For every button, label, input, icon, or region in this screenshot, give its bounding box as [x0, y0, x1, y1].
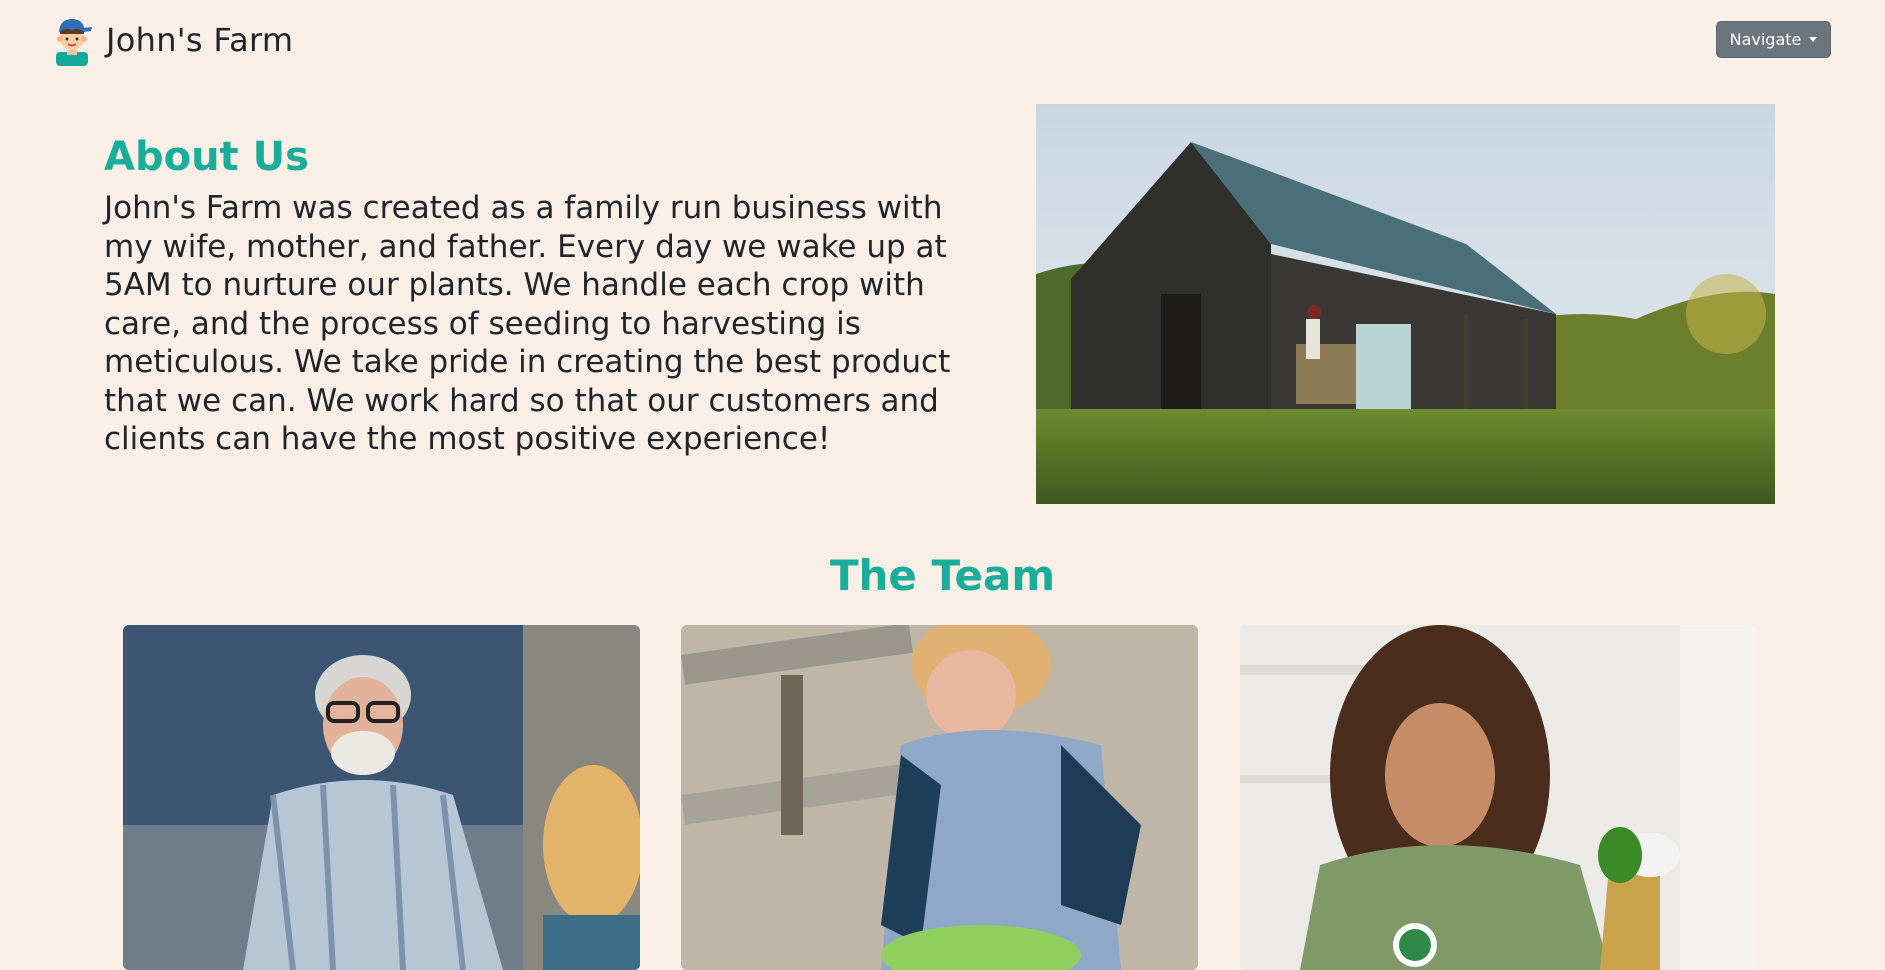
- woman-gardening-photo: [681, 625, 1198, 970]
- barn-photo: [1036, 104, 1775, 504]
- navigate-button-label: Navigate: [1729, 30, 1802, 49]
- team-member-card: [681, 625, 1198, 970]
- young-woman-watering-plant-photo: [1240, 625, 1757, 970]
- brand-name: John's Farm: [106, 21, 294, 59]
- about-us-paragraph: John's Farm was created as a family run …: [104, 190, 951, 457]
- older-man-with-child-photo: [123, 625, 640, 970]
- team-member-card: [123, 625, 640, 970]
- the-team-heading: The Team: [829, 551, 1056, 600]
- about-us-heading: About Us: [104, 134, 309, 180]
- team-member-card: [1240, 625, 1757, 970]
- navbar: John's Farm Navigate: [0, 0, 1885, 80]
- farmer-avatar-icon: [56, 19, 92, 66]
- navigate-dropdown-button[interactable]: Navigate: [1716, 21, 1831, 58]
- brand-link[interactable]: John's Farm: [52, 14, 293, 66]
- caret-down-icon: [1809, 37, 1818, 42]
